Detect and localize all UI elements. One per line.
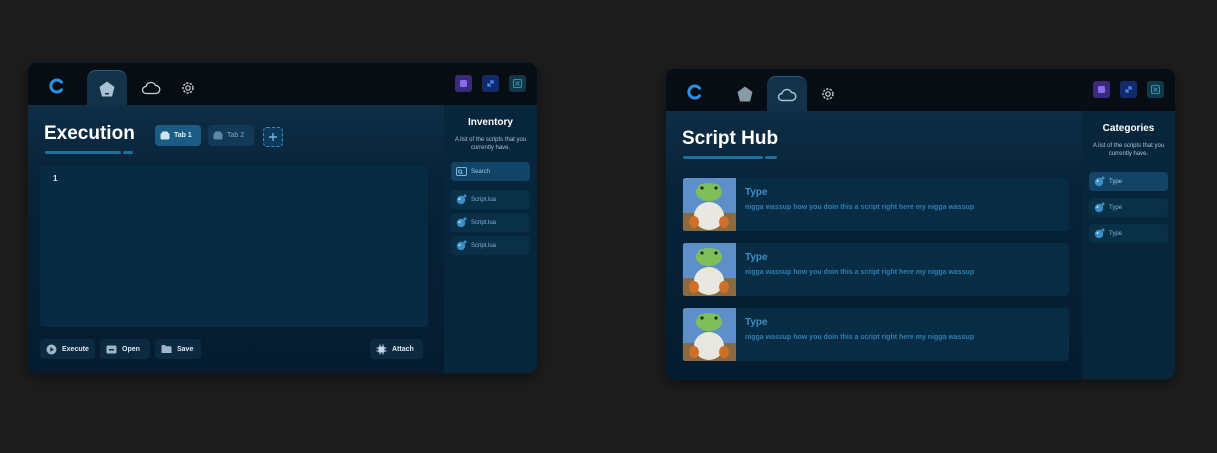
sidebar-subtitle: A list of the scripts that you currently…	[454, 137, 527, 151]
page-title: Script Hub	[682, 128, 779, 149]
script-icon	[456, 194, 467, 205]
card-title: Type	[745, 187, 768, 198]
script-hub-window: Script Hub Type nigga wassup how you doi…	[665, 68, 1176, 380]
script-thumbnail	[683, 243, 736, 296]
editor-tab-label: Tab 1	[174, 132, 192, 139]
editor-tab-2[interactable]: Tab 2	[208, 125, 254, 146]
sidebar-subtitle: A list of the scripts that you currently…	[1092, 143, 1165, 157]
card-title: Type	[745, 317, 768, 328]
card-description: nigga wassup how you doin this a script …	[745, 334, 975, 341]
title-underline-dot	[765, 156, 777, 159]
close-icon	[513, 79, 522, 88]
main-panel: Script Hub Type nigga wassup how you doi…	[666, 111, 1082, 379]
title-underline-dot	[123, 151, 133, 154]
category-label: Type	[1109, 178, 1123, 185]
close-button[interactable]	[1147, 81, 1164, 98]
cloud-icon	[141, 81, 161, 94]
home-icon	[737, 86, 753, 101]
category-label: Type	[1109, 230, 1123, 237]
editor-tab-label: Tab 2	[227, 132, 245, 139]
open-button[interactable]: Open	[100, 339, 150, 359]
category-item[interactable]: Type	[1089, 198, 1168, 217]
script-tab-icon	[160, 131, 170, 140]
c-logo-icon[interactable]	[684, 81, 706, 103]
script-list-item[interactable]: Script.lua	[451, 190, 530, 209]
script-icon	[456, 217, 467, 228]
category-label: Type	[1109, 204, 1123, 211]
tab-home[interactable]	[725, 76, 765, 111]
tab-home[interactable]	[87, 70, 127, 106]
maximize-icon	[487, 80, 494, 87]
script-label: Script.lua	[471, 219, 497, 226]
category-icon	[1094, 228, 1105, 239]
execute-label: Execute	[62, 345, 89, 353]
script-tab-icon	[213, 131, 223, 140]
search-icon	[456, 167, 467, 176]
inventory-sidebar: Inventory A list of the scripts that you…	[444, 105, 537, 373]
search-label: Search	[471, 168, 491, 175]
line-number: 1	[53, 174, 58, 183]
script-card[interactable]: Type nigga wassup how you doin this a sc…	[682, 243, 1069, 296]
script-thumbnail	[683, 178, 736, 231]
cloud-icon	[777, 88, 797, 101]
title-underline	[683, 156, 763, 159]
minimize-button[interactable]	[1093, 81, 1110, 98]
folder-open-icon	[106, 344, 117, 355]
script-icon	[456, 240, 467, 251]
tab-cloud[interactable]	[767, 76, 807, 112]
close-button[interactable]	[509, 75, 526, 92]
folder-icon	[161, 344, 172, 355]
tab-settings[interactable]	[808, 76, 848, 111]
category-item[interactable]: Type	[1089, 172, 1168, 191]
attach-label: Attach	[392, 345, 414, 353]
category-icon	[1094, 176, 1105, 187]
script-list-item[interactable]: Script.lua	[451, 213, 530, 232]
category-icon	[1094, 202, 1105, 213]
script-label: Script.lua	[471, 242, 497, 249]
card-description: nigga wassup how you doin this a script …	[745, 204, 975, 211]
main-panel: Execution Tab 1 Tab 2 1 Execute Open Sav…	[28, 105, 444, 373]
sidebar-title: Inventory	[467, 117, 513, 128]
script-label: Script.lua	[471, 196, 497, 203]
gear-icon	[822, 87, 834, 100]
home-icon	[99, 81, 115, 96]
category-item[interactable]: Type	[1089, 224, 1168, 243]
editor-tab-1[interactable]: Tab 1	[155, 125, 201, 146]
card-title: Type	[745, 252, 768, 263]
save-label: Save	[177, 345, 194, 353]
plus-icon	[269, 133, 277, 141]
attach-button[interactable]: Attach	[370, 339, 423, 359]
save-button[interactable]: Save	[155, 339, 201, 359]
script-card[interactable]: Type nigga wassup how you doin this a sc…	[682, 178, 1069, 231]
minimize-icon	[1098, 86, 1105, 93]
card-description: nigga wassup how you doin this a script …	[745, 269, 975, 276]
search-button[interactable]: Search	[451, 162, 530, 181]
maximize-button[interactable]	[1120, 81, 1137, 98]
gear-icon	[182, 81, 194, 94]
maximize-button[interactable]	[482, 75, 499, 92]
c-logo-icon[interactable]	[46, 75, 68, 97]
close-icon	[1151, 85, 1160, 94]
tab-cloud[interactable]	[131, 70, 171, 105]
minimize-icon	[460, 80, 467, 87]
play-icon	[46, 344, 57, 355]
script-list-item[interactable]: Script.lua	[451, 236, 530, 255]
open-label: Open	[122, 345, 140, 353]
minimize-button[interactable]	[455, 75, 472, 92]
title-underline	[45, 151, 121, 154]
code-editor[interactable]: 1	[40, 165, 428, 327]
categories-sidebar: Categories A list of the scripts that yo…	[1082, 111, 1175, 379]
script-thumbnail	[683, 308, 736, 361]
top-bar	[28, 63, 537, 106]
tab-settings[interactable]	[168, 70, 208, 105]
maximize-icon	[1125, 86, 1132, 93]
script-card[interactable]: Type nigga wassup how you doin this a sc…	[682, 308, 1069, 361]
top-bar	[666, 69, 1175, 112]
sidebar-title: Categories	[1102, 123, 1155, 134]
execute-button[interactable]: Execute	[40, 339, 95, 359]
add-tab-button[interactable]	[263, 127, 283, 147]
execution-window: Execution Tab 1 Tab 2 1 Execute Open Sav…	[27, 62, 538, 374]
chip-icon	[376, 344, 387, 355]
page-title: Execution	[44, 123, 135, 144]
